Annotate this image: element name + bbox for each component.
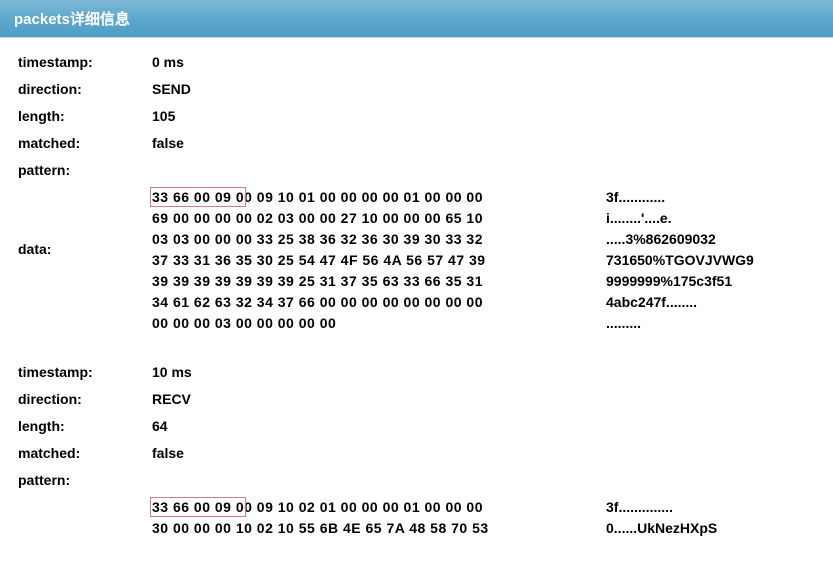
ascii-line: 0......UkNezHXpS: [606, 518, 717, 539]
ascii-line: .........: [606, 313, 754, 334]
label-length: length:: [18, 416, 152, 437]
hex-line: 69 00 00 00 00 02 03 00 00 27 10 00 00 0…: [152, 208, 572, 229]
value-matched: false: [152, 133, 184, 154]
field-row-pattern: pattern:: [18, 160, 815, 181]
ascii-line: 9999999%175c3f51: [606, 271, 754, 292]
hex-line: 37 33 31 36 35 30 25 54 47 4F 56 4A 56 5…: [152, 250, 572, 271]
packet-block: timestamp: 10 ms direction: RECV length:…: [18, 362, 815, 539]
label-direction: direction:: [18, 79, 152, 100]
label-data: [18, 497, 152, 505]
field-row-matched: matched: false: [18, 133, 815, 154]
hex-line: 34 61 62 63 32 34 37 66 00 00 00 00 00 0…: [152, 292, 572, 313]
hex-line: 30 00 00 00 10 02 10 55 6B 4E 65 7A 48 5…: [152, 518, 572, 539]
ascii-line: 3f..............: [606, 497, 717, 518]
field-row-direction: direction: SEND: [18, 79, 815, 100]
value-timestamp: 0 ms: [152, 52, 184, 73]
label-pattern: pattern:: [18, 160, 152, 181]
ascii-line: 731650%TGOVJVWG9: [606, 250, 754, 271]
panel-header: packets详细信息: [0, 0, 833, 38]
field-row-pattern: pattern:: [18, 470, 815, 491]
value-length: 64: [152, 416, 168, 437]
ascii-line: 4abc247f........: [606, 292, 754, 313]
field-row-timestamp: timestamp: 10 ms: [18, 362, 815, 383]
field-row-direction: direction: RECV: [18, 389, 815, 410]
panel-title: packets详细信息: [14, 11, 130, 28]
ascii-dump: 3f.............. 0......UkNezHXpS: [606, 497, 717, 539]
value-timestamp: 10 ms: [152, 362, 192, 383]
label-matched: matched:: [18, 443, 152, 464]
packet-block: timestamp: 0 ms direction: SEND length: …: [18, 52, 815, 334]
label-timestamp: timestamp:: [18, 52, 152, 73]
field-row-data: data: 33 66 00 09 00 09 10 01 00 00 00 0…: [18, 187, 815, 334]
field-row-matched: matched: false: [18, 443, 815, 464]
ascii-dump: 3f............ i........'....e. .....3%8…: [606, 187, 754, 334]
field-row-data: 33 66 00 09 00 09 10 02 01 00 00 00 01 0…: [18, 497, 815, 539]
label-pattern: pattern:: [18, 470, 152, 491]
ascii-line: 3f............: [606, 187, 754, 208]
field-row-timestamp: timestamp: 0 ms: [18, 52, 815, 73]
packet-details-content: timestamp: 0 ms direction: SEND length: …: [0, 38, 833, 581]
ascii-line: .....3%862609032: [606, 229, 754, 250]
hex-line: 33 66 00 09 00 09 10 01 00 00 00 00 01 0…: [152, 187, 572, 208]
ascii-line: i........'....e.: [606, 208, 754, 229]
label-data: data:: [18, 187, 152, 257]
label-length: length:: [18, 106, 152, 127]
value-direction: RECV: [152, 389, 191, 410]
hex-dump: 33 66 00 09 00 09 10 02 01 00 00 00 01 0…: [152, 497, 572, 539]
hex-line: 00 00 00 03 00 00 00 00 00: [152, 313, 572, 334]
hex-line: 39 39 39 39 39 39 39 25 31 37 35 63 33 6…: [152, 271, 572, 292]
label-timestamp: timestamp:: [18, 362, 152, 383]
label-matched: matched:: [18, 133, 152, 154]
hex-line: 03 03 00 00 00 33 25 38 36 32 36 30 39 3…: [152, 229, 572, 250]
hex-line: 33 66 00 09 00 09 10 02 01 00 00 00 01 0…: [152, 497, 572, 518]
hex-dump: 33 66 00 09 00 09 10 01 00 00 00 00 01 0…: [152, 187, 572, 334]
field-row-length: length: 105: [18, 106, 815, 127]
value-direction: SEND: [152, 79, 191, 100]
value-matched: false: [152, 443, 184, 464]
label-direction: direction:: [18, 389, 152, 410]
value-length: 105: [152, 106, 175, 127]
field-row-length: length: 64: [18, 416, 815, 437]
